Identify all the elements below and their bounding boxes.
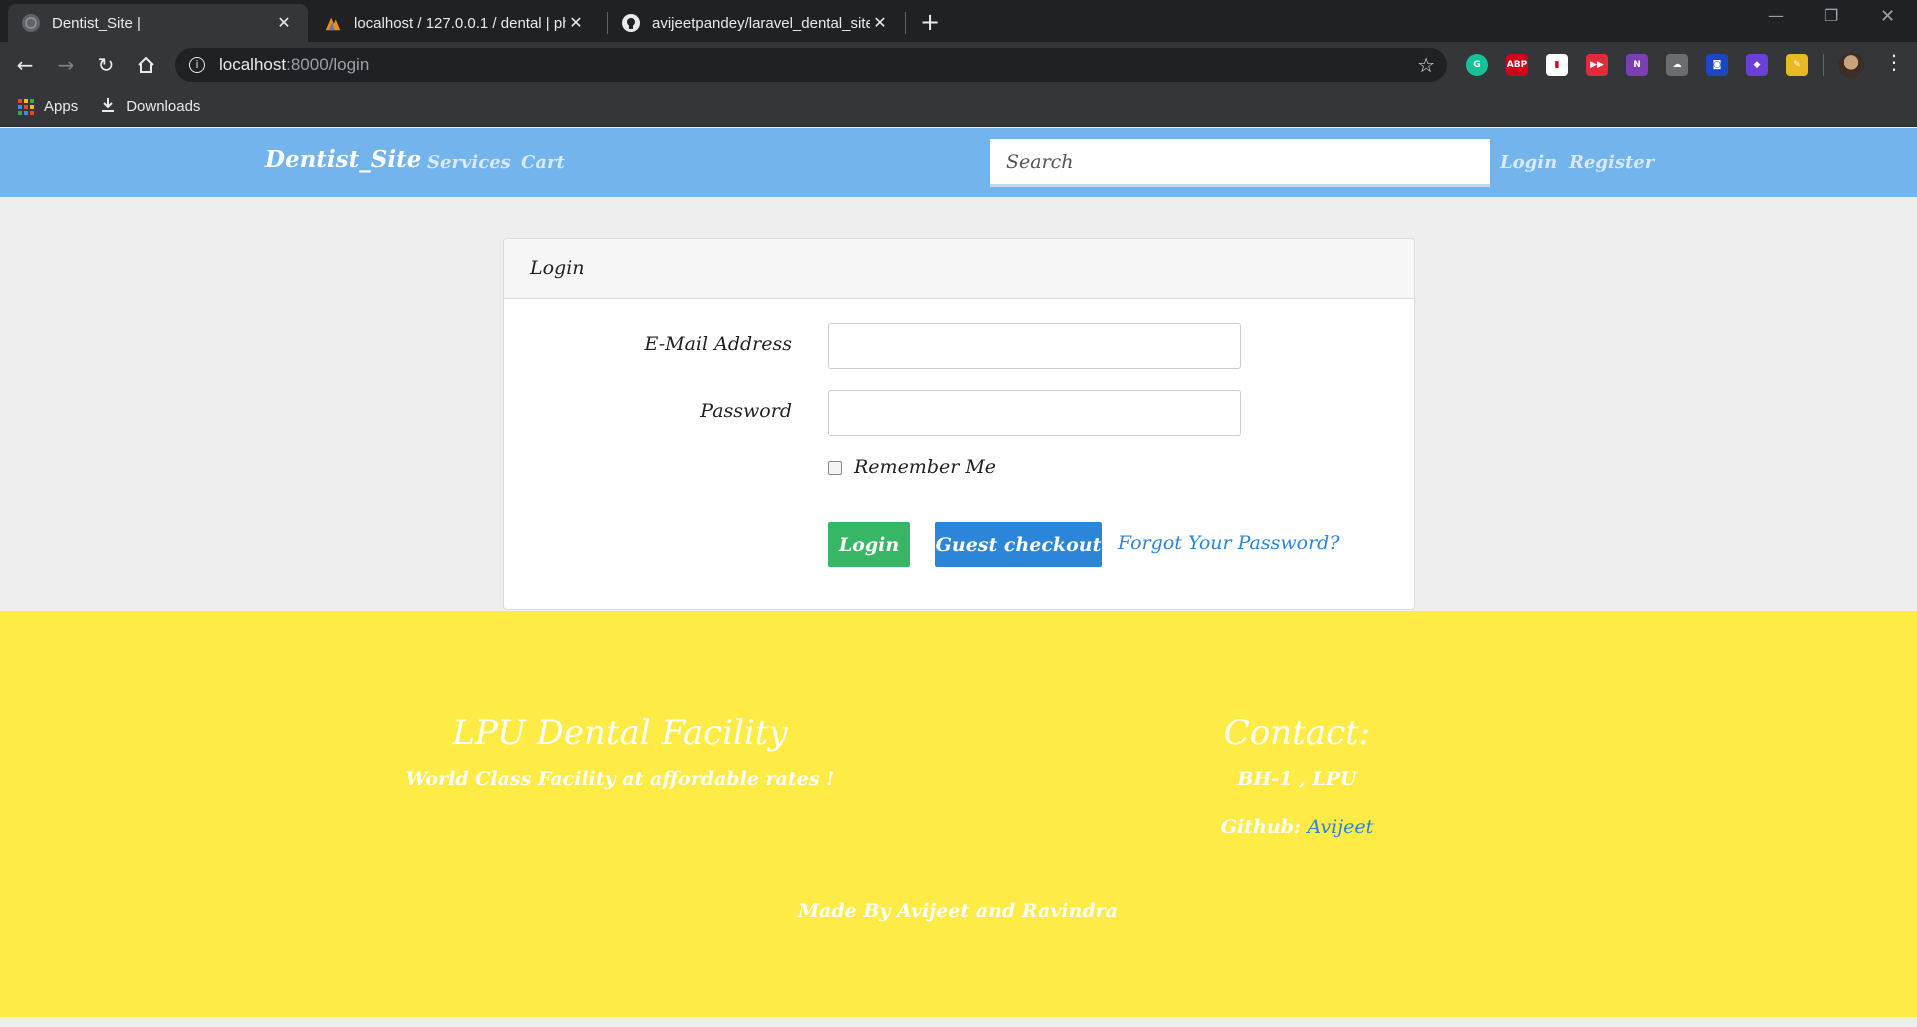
email-field[interactable] <box>828 323 1241 369</box>
browser-menu-icon[interactable]: ⋮ <box>1884 50 1904 74</box>
page-bottom-strip <box>0 1017 1917 1027</box>
bookmark-apps[interactable]: Apps <box>18 98 78 115</box>
github-icon <box>622 14 640 32</box>
info-icon[interactable]: i <box>189 57 205 73</box>
email-label: E-Mail Address <box>644 333 793 355</box>
site-navbar: Dentist_Site Services Cart Login Registe… <box>0 128 1917 197</box>
nav-link-login[interactable]: Login <box>1500 152 1557 173</box>
profile-avatar[interactable] <box>1838 52 1864 78</box>
bookmark-star-icon[interactable]: ☆ <box>1417 53 1435 78</box>
back-arrow-icon[interactable]: ← <box>12 52 38 78</box>
login-card-title: Login <box>504 239 1414 299</box>
toolbar-divider <box>1823 54 1824 76</box>
grammarly-icon[interactable]: G <box>1466 54 1488 76</box>
cube-extension-icon[interactable]: ◆ <box>1746 54 1768 76</box>
password-label: Password <box>700 400 792 422</box>
browser-tab-phpmyadmin[interactable]: localhost / 127.0.0.1 / dental | ph ✕ <box>310 4 600 42</box>
reload-icon[interactable]: ↻ <box>93 52 119 78</box>
footer-github-label: Github: <box>1220 816 1301 838</box>
footer-credit: Made By Avijeet and Ravindra <box>798 900 1118 922</box>
address-bar[interactable]: i localhost:8000/login ☆ <box>175 48 1447 82</box>
login-button[interactable]: Login <box>828 522 910 567</box>
apps-grid-icon <box>18 98 34 115</box>
close-icon[interactable]: ✕ <box>566 13 586 33</box>
home-icon[interactable] <box>133 52 159 78</box>
bookmarks-bar: Apps Downloads <box>0 87 1917 127</box>
minimize-icon[interactable]: — <box>1768 6 1784 25</box>
url-path: :8000/login <box>286 55 370 74</box>
remember-me-label[interactable]: Remember Me <box>854 456 996 478</box>
tab-title: avijeetpandey/laravel_dental_site <box>652 14 870 32</box>
forgot-password-link[interactable]: Forgot Your Password? <box>1118 532 1340 554</box>
flag-extension-icon[interactable]: ▮ <box>1546 54 1568 76</box>
phpmyadmin-icon <box>324 14 342 32</box>
login-card: Login E-Mail Address Password Remember M… <box>503 238 1415 610</box>
bookmark-label: Apps <box>44 98 79 115</box>
browser-tab-dentist-site[interactable]: Dentist_Site | ✕ <box>8 4 308 42</box>
bookmark-label: Downloads <box>126 98 201 115</box>
nav-link-services[interactable]: Services <box>427 152 511 173</box>
bookmark-downloads[interactable]: Downloads <box>100 97 200 117</box>
tab-title: Dentist_Site | <box>52 14 141 32</box>
close-icon[interactable]: ✕ <box>870 13 890 33</box>
download-icon <box>100 97 116 117</box>
new-tab-plus-icon[interactable]: + <box>920 8 940 36</box>
cloud-extension-icon[interactable]: ☁ <box>1666 54 1688 76</box>
browser-tab-github[interactable]: avijeetpandey/laravel_dental_site ✕ <box>608 4 904 42</box>
restore-icon[interactable]: ❐ <box>1824 6 1838 25</box>
footer-contact-title: Contact: <box>1223 713 1371 753</box>
globe-icon <box>22 14 40 32</box>
remember-me-checkbox[interactable] <box>828 461 842 475</box>
footer-left-title: LPU Dental Facility <box>452 713 788 753</box>
footer-left-subtitle: World Class Facility at affordable rates… <box>405 768 835 790</box>
screen-extension-icon[interactable]: ◙ <box>1706 54 1728 76</box>
adblock-icon[interactable]: ABP <box>1506 54 1528 76</box>
site-footer: LPU Dental Facility World Class Facility… <box>0 611 1917 1017</box>
site-brand[interactable]: Dentist_Site <box>265 146 421 173</box>
onenote-icon[interactable]: N <box>1626 54 1648 76</box>
guest-checkout-button[interactable]: Guest checkout <box>935 522 1102 567</box>
window-close-icon[interactable]: ✕ <box>1880 6 1895 27</box>
url-host: localhost <box>219 55 287 74</box>
search-input[interactable] <box>990 139 1490 187</box>
footer-github-link[interactable]: Avijeet <box>1308 816 1374 838</box>
nav-link-cart[interactable]: Cart <box>521 152 565 173</box>
close-icon[interactable]: ✕ <box>274 13 294 33</box>
browser-tab-strip: Dentist_Site | ✕ localhost / 127.0.0.1 /… <box>0 0 1917 42</box>
footer-address: BH-1 , LPU <box>1237 768 1357 790</box>
highlighter-icon[interactable]: ✎ <box>1786 54 1808 76</box>
tab-title: localhost / 127.0.0.1 / dental | ph <box>354 14 566 32</box>
nav-link-register[interactable]: Register <box>1569 152 1654 173</box>
forward-arrow-icon[interactable]: → <box>53 52 79 78</box>
youtube-extension-icon[interactable]: ▶▶ <box>1586 54 1608 76</box>
tab-divider <box>905 12 906 34</box>
browser-toolbar: ← → ↻ i localhost:8000/login ☆ G ABP ▮ ▶▶ N ☁… <box>0 42 1917 87</box>
password-field[interactable] <box>828 390 1241 436</box>
footer-github-line: Github: Avijeet <box>1147 816 1447 838</box>
